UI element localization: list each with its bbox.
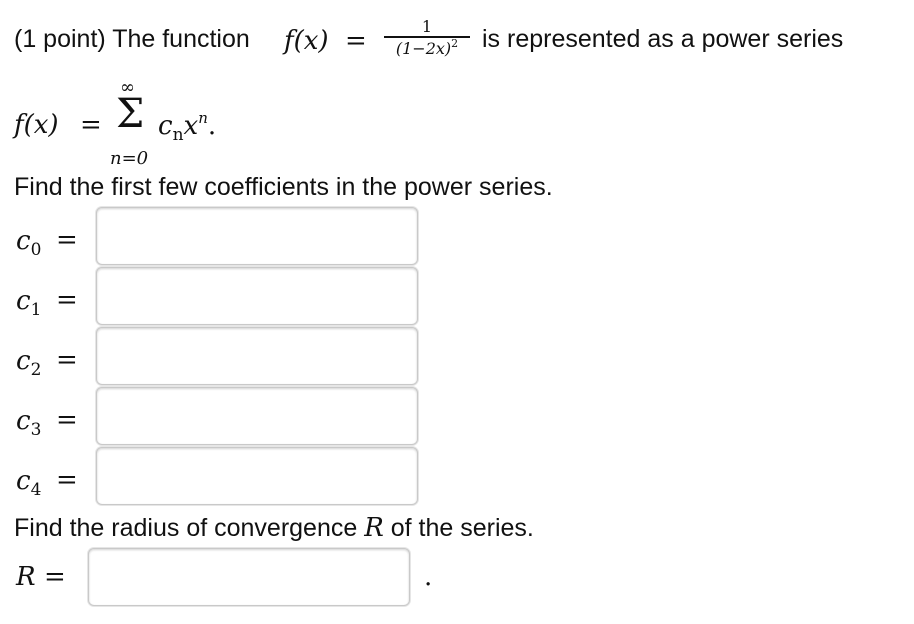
coef-symbol: c [16, 346, 31, 376]
coef-input-c2[interactable] [96, 327, 418, 385]
coef-symbol: c [16, 406, 31, 436]
series-term-x: x [183, 111, 199, 141]
coef-label-c3: c3 [16, 405, 42, 440]
instruction-radius-var: R [364, 513, 384, 543]
coef-input-c3[interactable] [96, 387, 418, 445]
coef-index: 4 [30, 480, 42, 500]
coef-equals: = [56, 225, 78, 255]
series-term-c: c [158, 111, 173, 141]
coef-label-c0: c0 [16, 225, 42, 260]
coef-equals: = [56, 345, 78, 375]
intro-text: (1 point) The function [14, 25, 250, 53]
coef-index: 2 [30, 360, 42, 380]
coef-label-c1: c1 [16, 285, 42, 320]
series-lhs: f(x) [14, 110, 59, 140]
series-period: . [207, 111, 217, 141]
sum-symbol: Σ [116, 91, 145, 137]
fx-label: f(x) [284, 26, 329, 56]
fraction-numerator: 1 [421, 17, 433, 36]
instruction-radius: Find the radius of convergence R of the … [14, 513, 534, 543]
coef-input-c0[interactable] [96, 207, 418, 265]
problem-intro: (1 point) The function [14, 24, 250, 54]
radius-trailing-period: . [424, 562, 433, 592]
instruction-radius-pre: Find the radius of convergence [14, 514, 358, 542]
intro-suffix: is represented as a power series [482, 25, 844, 53]
coef-index: 1 [30, 300, 42, 320]
fraction-denominator: (1−2x)2 [384, 36, 470, 62]
coef-label-c2: c2 [16, 345, 42, 380]
instruction-coefficients: Find the first few coefficients in the p… [14, 173, 553, 201]
coef-equals: = [56, 405, 78, 435]
coef-equals: = [56, 465, 78, 495]
radius-input[interactable] [88, 548, 410, 606]
series-term: cnxn. [158, 109, 217, 145]
coef-input-c4[interactable] [96, 447, 418, 505]
instruction-radius-post: of the series. [390, 514, 534, 542]
series-equals: = [80, 110, 102, 140]
coef-index: 0 [30, 240, 42, 260]
coef-label-c4: c4 [16, 465, 42, 500]
fraction-denominator-exponent: 2 [451, 36, 459, 50]
coef-symbol: c [16, 286, 31, 316]
coef-input-c1[interactable] [96, 267, 418, 325]
intro-equals: = [345, 26, 367, 56]
fraction-denominator-base: (1−2x) [395, 38, 452, 58]
coef-index: 3 [30, 420, 42, 440]
series-term-sub: n [172, 125, 184, 145]
coef-equals: = [56, 285, 78, 315]
radius-symbol: R [16, 562, 36, 592]
radius-equals: = [44, 562, 66, 592]
fraction: 1 (1−2x)2 [384, 18, 470, 62]
sum-lower-limit: n=0 [110, 148, 149, 169]
series-term-exp: n [198, 109, 208, 127]
coef-symbol: c [16, 226, 31, 256]
coef-symbol: c [16, 466, 31, 496]
